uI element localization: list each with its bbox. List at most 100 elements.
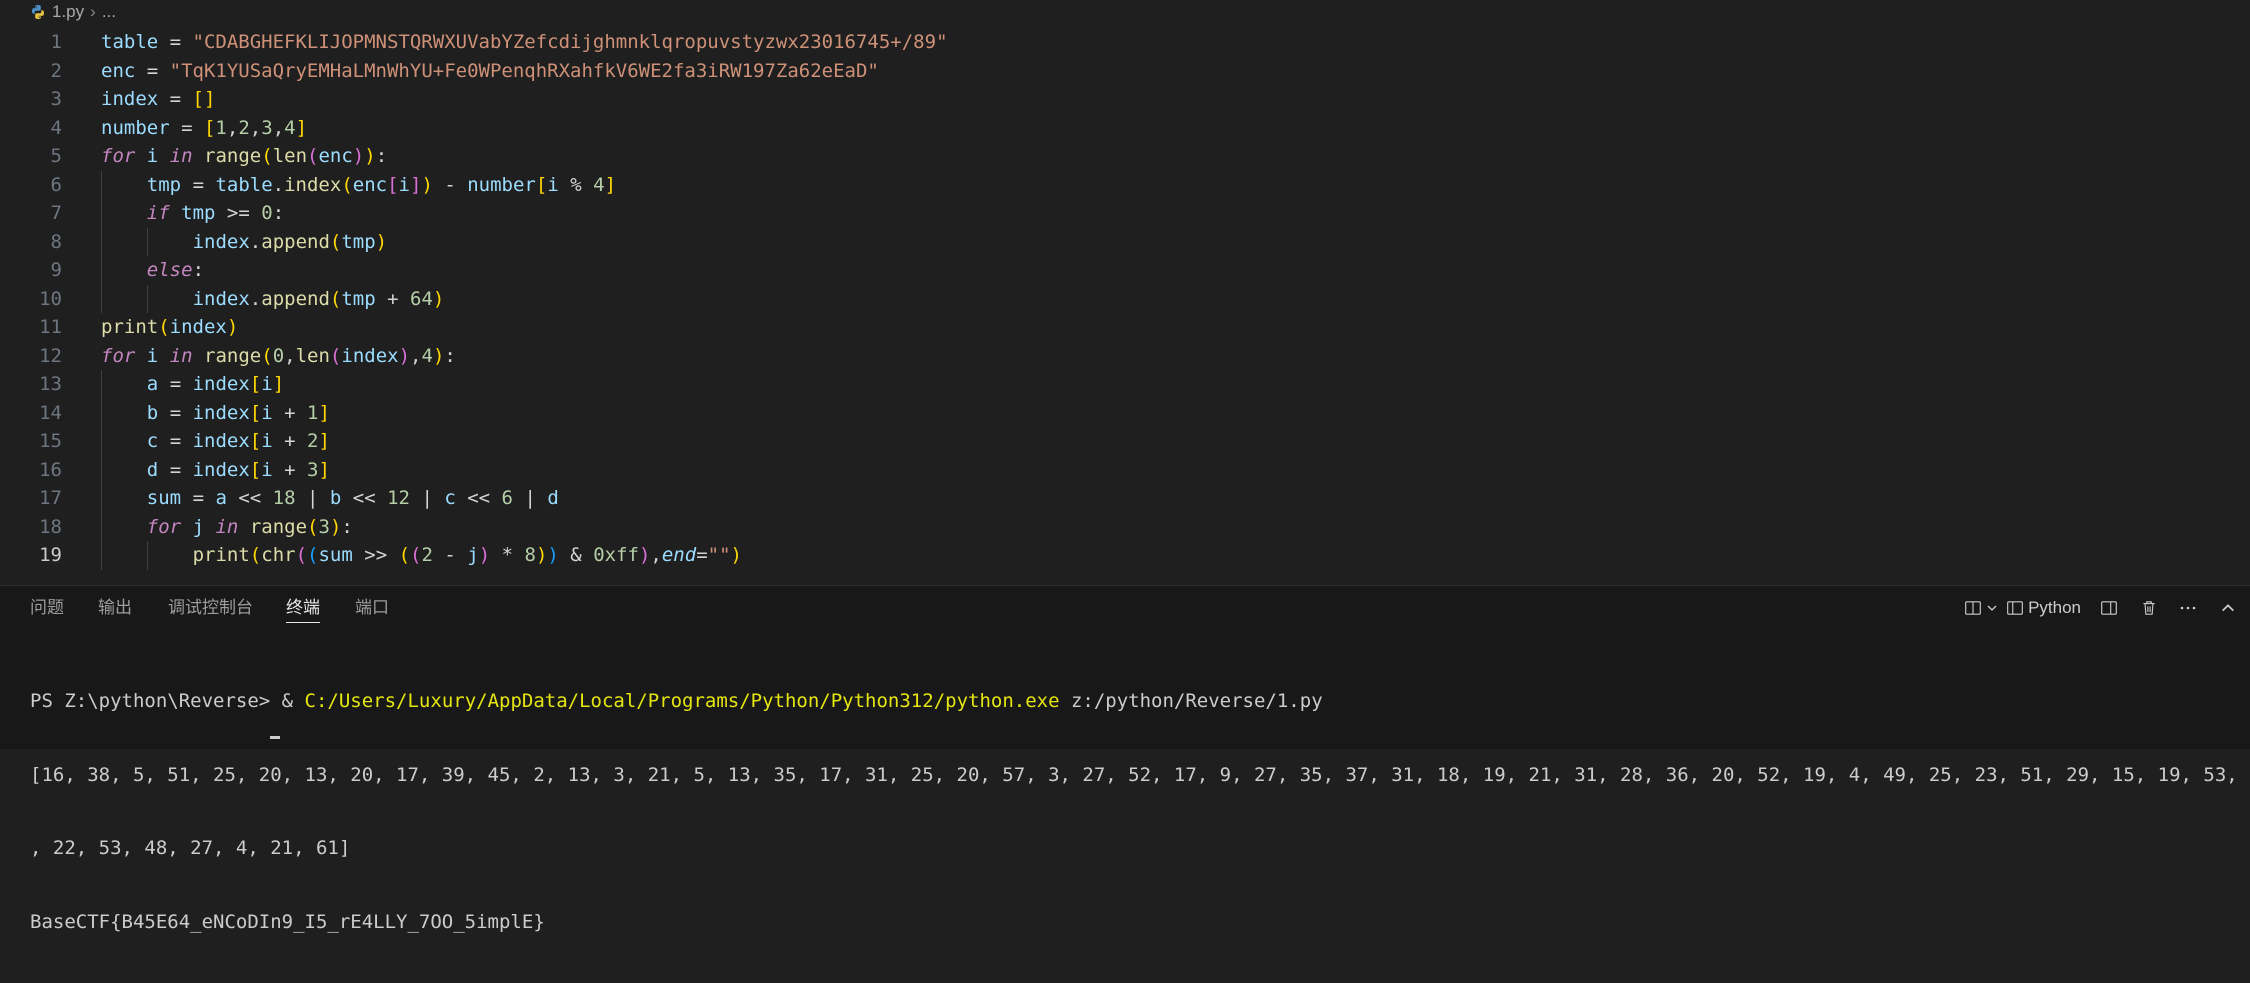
terminal-command-line: PS Z:\python\Reverse> & C:/Users/Luxury/… xyxy=(30,689,2250,714)
code-token: [ xyxy=(249,430,262,452)
code-token: index xyxy=(192,287,250,310)
code-token: "" xyxy=(707,544,731,566)
code-token: , xyxy=(650,544,662,566)
code-token: 0xff xyxy=(593,544,639,566)
code-line[interactable]: 17 sum = a << 18 | b << 12 | c << 6 | d xyxy=(0,484,2250,513)
code-line[interactable]: 15 c = index[i + 2] xyxy=(0,427,2250,456)
panel-tab[interactable]: 输出 xyxy=(98,596,132,622)
code-line[interactable]: 14 b = index[i + 1] xyxy=(0,398,2250,427)
terminal-flag-line: BaseCTF{B45E64_eNCoDIn9_I5_rE4LLY_7OO_5i… xyxy=(30,910,2250,935)
code-token: b xyxy=(329,487,342,509)
line-number: 16 xyxy=(39,458,62,481)
code-line[interactable]: 4 number = [1,2,3,4] xyxy=(0,114,2250,143)
code-token: index xyxy=(341,344,399,367)
code-token: [] xyxy=(192,88,216,110)
code-token: ( xyxy=(398,544,411,566)
code-token: 3 xyxy=(318,515,330,538)
code-token: 1 xyxy=(307,401,319,424)
line-number: 4 xyxy=(50,116,62,139)
code-token: if xyxy=(146,202,170,224)
code-line[interactable]: 5 for i in range(len(enc)): xyxy=(0,142,2250,171)
code-line[interactable]: 7 if tmp >= 0: xyxy=(0,199,2250,228)
code-token: ] xyxy=(318,458,330,481)
line-number: 5 xyxy=(50,145,62,167)
panel-tab[interactable]: 端口 xyxy=(355,596,389,622)
code-line[interactable]: 12 for i in range(0,len(index),4): xyxy=(0,342,2250,371)
code-token: . xyxy=(249,230,262,253)
panel-tabs: 问题 输出 调试控制台 终端 端口 xyxy=(0,586,2250,628)
terminal-output-line: , 22, 53, 48, 27, 4, 21, 61] xyxy=(30,837,351,859)
code-token: len xyxy=(272,145,308,167)
code-token: ( xyxy=(307,544,319,566)
code-token: [ xyxy=(387,173,399,196)
code-token: , xyxy=(226,116,239,139)
more-icon[interactable] xyxy=(2178,594,2198,622)
code-text: index.append(tmp + 64) xyxy=(193,285,445,314)
code-token: ( xyxy=(410,544,422,566)
code-token: ) xyxy=(329,515,342,538)
code-line[interactable]: 10 index.append(tmp + 64) xyxy=(0,284,2250,314)
code-line[interactable]: 19 print(chr((sum >> ((2 - j) * 8)) & 0xf… xyxy=(0,541,2250,570)
code-line[interactable]: 1 table = "CDABGHEFKLIJOPMNSTQRWXUVabYZef… xyxy=(0,28,2250,57)
code-token: index xyxy=(284,173,342,196)
code-token: 1 xyxy=(215,116,227,139)
code-token: : xyxy=(444,344,456,367)
code-token: range xyxy=(204,145,262,167)
code-token: i xyxy=(547,173,559,196)
code-line[interactable]: 2 enc = "TqK1YUSaQryEMHaLMnWhYU+Fe0WPenqh… xyxy=(0,57,2250,86)
panel-tab[interactable]: 问题 xyxy=(30,596,64,622)
code-text: table = "CDABGHEFKLIJOPMNSTQRWXUVabYZefc… xyxy=(101,28,948,57)
code-token: range xyxy=(204,344,262,367)
breadcrumb-file[interactable]: 1.py xyxy=(52,2,84,22)
code-line[interactable]: 9 else: xyxy=(0,256,2250,285)
code-text: if tmp >= 0: xyxy=(147,199,284,228)
python-file-icon xyxy=(32,5,44,19)
breadcrumb-symbols[interactable]: ... xyxy=(102,2,116,22)
code-token: - xyxy=(432,544,468,566)
code-line[interactable]: 11 print(index) xyxy=(0,313,2250,342)
indent-guide xyxy=(101,256,102,285)
code-line[interactable]: 8 index.append(tmp) xyxy=(0,227,2250,257)
panel-tab[interactable]: 调试控制台 xyxy=(168,596,253,622)
code-token: ) xyxy=(478,544,491,566)
code-token: >> xyxy=(352,544,399,566)
code-token: enc xyxy=(352,173,388,196)
trash-icon[interactable] xyxy=(2140,594,2158,622)
terminal-output[interactable]: PS Z:\python\Reverse> & C:/Users/Luxury/… xyxy=(30,640,2250,983)
chevron-up-icon[interactable] xyxy=(2220,594,2236,622)
code-token: i xyxy=(261,401,273,424)
code-token: , xyxy=(272,116,285,139)
indent-guide xyxy=(101,484,102,513)
code-token: = xyxy=(181,487,216,509)
line-number: 2 xyxy=(50,59,62,82)
code-text: index.append(tmp) xyxy=(193,228,388,257)
python-terminal-button[interactable]: Python xyxy=(2006,594,2081,622)
split-terminal-icon[interactable] xyxy=(1964,594,1982,622)
code-line[interactable]: 3 index = [] xyxy=(0,85,2250,114)
code-token: enc xyxy=(318,145,353,167)
terminal-prompt: PS Z:\python\Reverse> & xyxy=(30,690,305,712)
code-token: 0 xyxy=(261,202,273,224)
code-line[interactable]: 6 tmp = table.index(enc[i]) - number[i % … xyxy=(0,170,2250,199)
code-line[interactable]: 16 d = index[i + 3] xyxy=(0,455,2250,484)
code-token: i xyxy=(398,173,410,196)
code-token: tmp xyxy=(181,202,216,224)
code-token: ) xyxy=(421,173,433,196)
indent-guide xyxy=(101,541,102,570)
code-token: print xyxy=(101,316,159,338)
code-token: + xyxy=(272,401,308,424)
code-line[interactable]: 13 a = index[i] xyxy=(0,370,2250,399)
line-number: 12 xyxy=(39,344,62,367)
split-icon[interactable] xyxy=(2100,594,2118,622)
chevron-down-icon[interactable] xyxy=(1986,594,1998,622)
code-editor[interactable]: 1 table = "CDABGHEFKLIJOPMNSTQRWXUVabYZef… xyxy=(0,28,2250,576)
code-token: = xyxy=(158,31,193,53)
indent-guide xyxy=(101,427,102,456)
code-token: 3 xyxy=(307,458,319,481)
code-token: b xyxy=(146,401,159,424)
code-line[interactable]: 18 for j in range(3): xyxy=(0,512,2250,541)
panel-tab[interactable]: 终端 xyxy=(286,596,320,623)
